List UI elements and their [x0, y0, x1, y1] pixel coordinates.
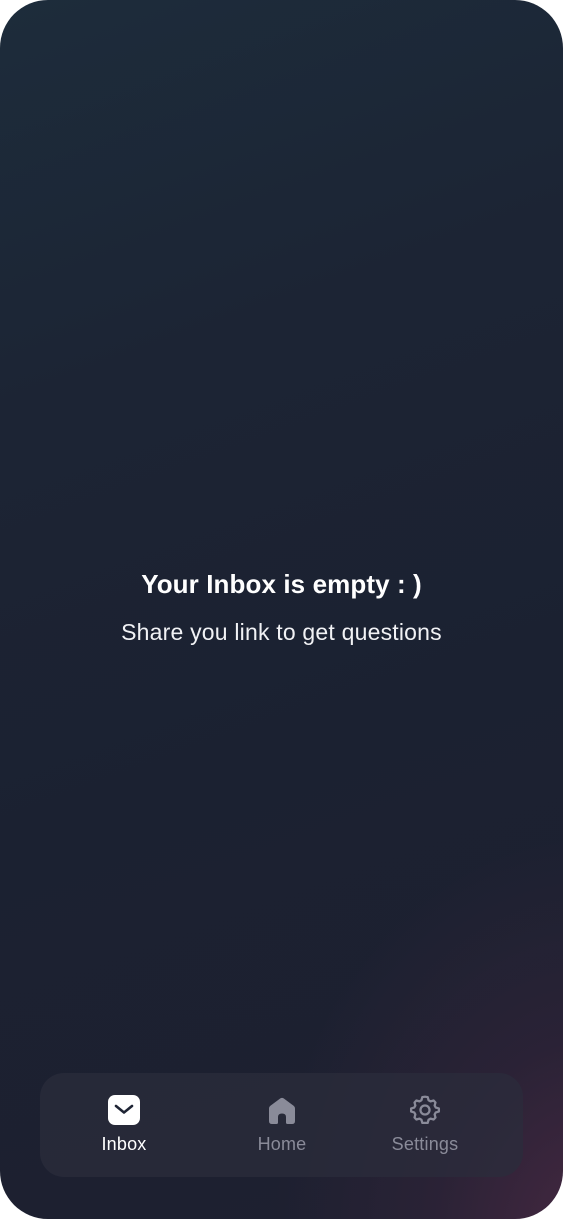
empty-state-title: Your Inbox is empty : ): [141, 569, 422, 599]
empty-state-subtitle: Share you link to get questions: [121, 619, 442, 645]
gear-icon: [408, 1093, 442, 1127]
app-screen: Your Inbox is empty : ) Share you link t…: [0, 0, 563, 1219]
tab-inbox[interactable]: Inbox: [84, 1073, 164, 1177]
mail-icon: [107, 1093, 141, 1127]
bottom-tab-bar: Inbox Home Settings: [40, 1073, 523, 1177]
tab-settings-label: Settings: [391, 1134, 459, 1154]
tab-inbox-label: Inbox: [101, 1134, 147, 1154]
home-icon: [265, 1093, 299, 1127]
tab-home[interactable]: Home: [242, 1073, 322, 1177]
tab-home-label: Home: [257, 1134, 307, 1154]
empty-inbox-state: Your Inbox is empty : ) Share you link t…: [0, 566, 563, 648]
tab-settings[interactable]: Settings: [380, 1073, 470, 1177]
